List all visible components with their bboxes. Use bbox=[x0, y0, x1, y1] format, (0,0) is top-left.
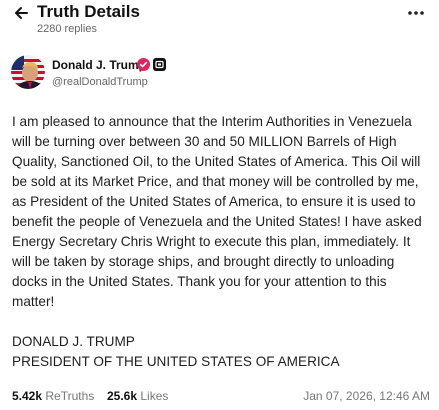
author-name[interactable]: Donald J. Trump bbox=[52, 57, 146, 73]
likes-count: 25.6k bbox=[107, 389, 138, 403]
retruths-label: ReTruths bbox=[45, 389, 95, 403]
page-header: Truth Details 2280 replies bbox=[0, 0, 439, 42]
account-label-icon bbox=[153, 58, 166, 71]
retruths-stat[interactable]: 5.42k ReTruths bbox=[12, 388, 94, 404]
post-author: Donald J. Trump @realDonaldTrump bbox=[0, 50, 439, 98]
avatar[interactable] bbox=[11, 55, 45, 89]
back-button[interactable] bbox=[10, 2, 32, 24]
author-handle[interactable]: @realDonaldTrump bbox=[52, 75, 148, 89]
author-badges bbox=[137, 58, 166, 71]
arrow-left-icon bbox=[15, 7, 28, 19]
likes-label: Likes bbox=[140, 389, 169, 403]
more-horizontal-icon bbox=[408, 11, 424, 15]
post-text: I am pleased to announce that the Interi… bbox=[12, 114, 422, 369]
reply-count: 2280 replies bbox=[37, 23, 97, 35]
post-stats: 5.42k ReTruths 25.6k Likes Jan 07, 2026,… bbox=[12, 388, 430, 406]
post-timestamp: Jan 07, 2026, 12:46 AM bbox=[303, 389, 430, 403]
likes-stat[interactable]: 25.6k Likes bbox=[107, 388, 168, 404]
more-options-button[interactable] bbox=[405, 3, 427, 23]
avatar-image bbox=[11, 55, 45, 89]
retruths-count: 5.42k bbox=[12, 389, 43, 403]
page-title: Truth Details bbox=[37, 2, 140, 21]
verified-badge-icon bbox=[137, 58, 150, 71]
